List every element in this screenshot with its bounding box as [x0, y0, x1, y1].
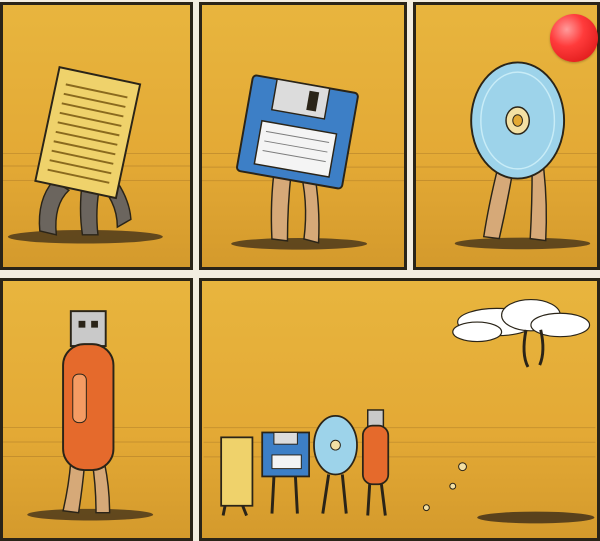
punched-card-icon	[34, 66, 142, 200]
panel-floppy-disk	[199, 2, 407, 270]
usb-drive-scene	[3, 310, 190, 521]
lineup-scene	[203, 298, 596, 524]
panel-usb-drive	[0, 278, 193, 541]
floppy-disk-scene	[202, 74, 404, 250]
notification-dot-icon[interactable]	[550, 14, 598, 62]
floppy-disk-icon	[236, 74, 359, 190]
comic-strip	[0, 0, 600, 541]
panel-punched-card	[0, 2, 193, 270]
punched-card-scene	[3, 66, 190, 244]
cloud-icon	[452, 298, 591, 368]
usb-drive-icon	[62, 310, 115, 472]
panel-lineup-cloud	[199, 278, 600, 541]
compact-disc-icon	[470, 61, 566, 180]
